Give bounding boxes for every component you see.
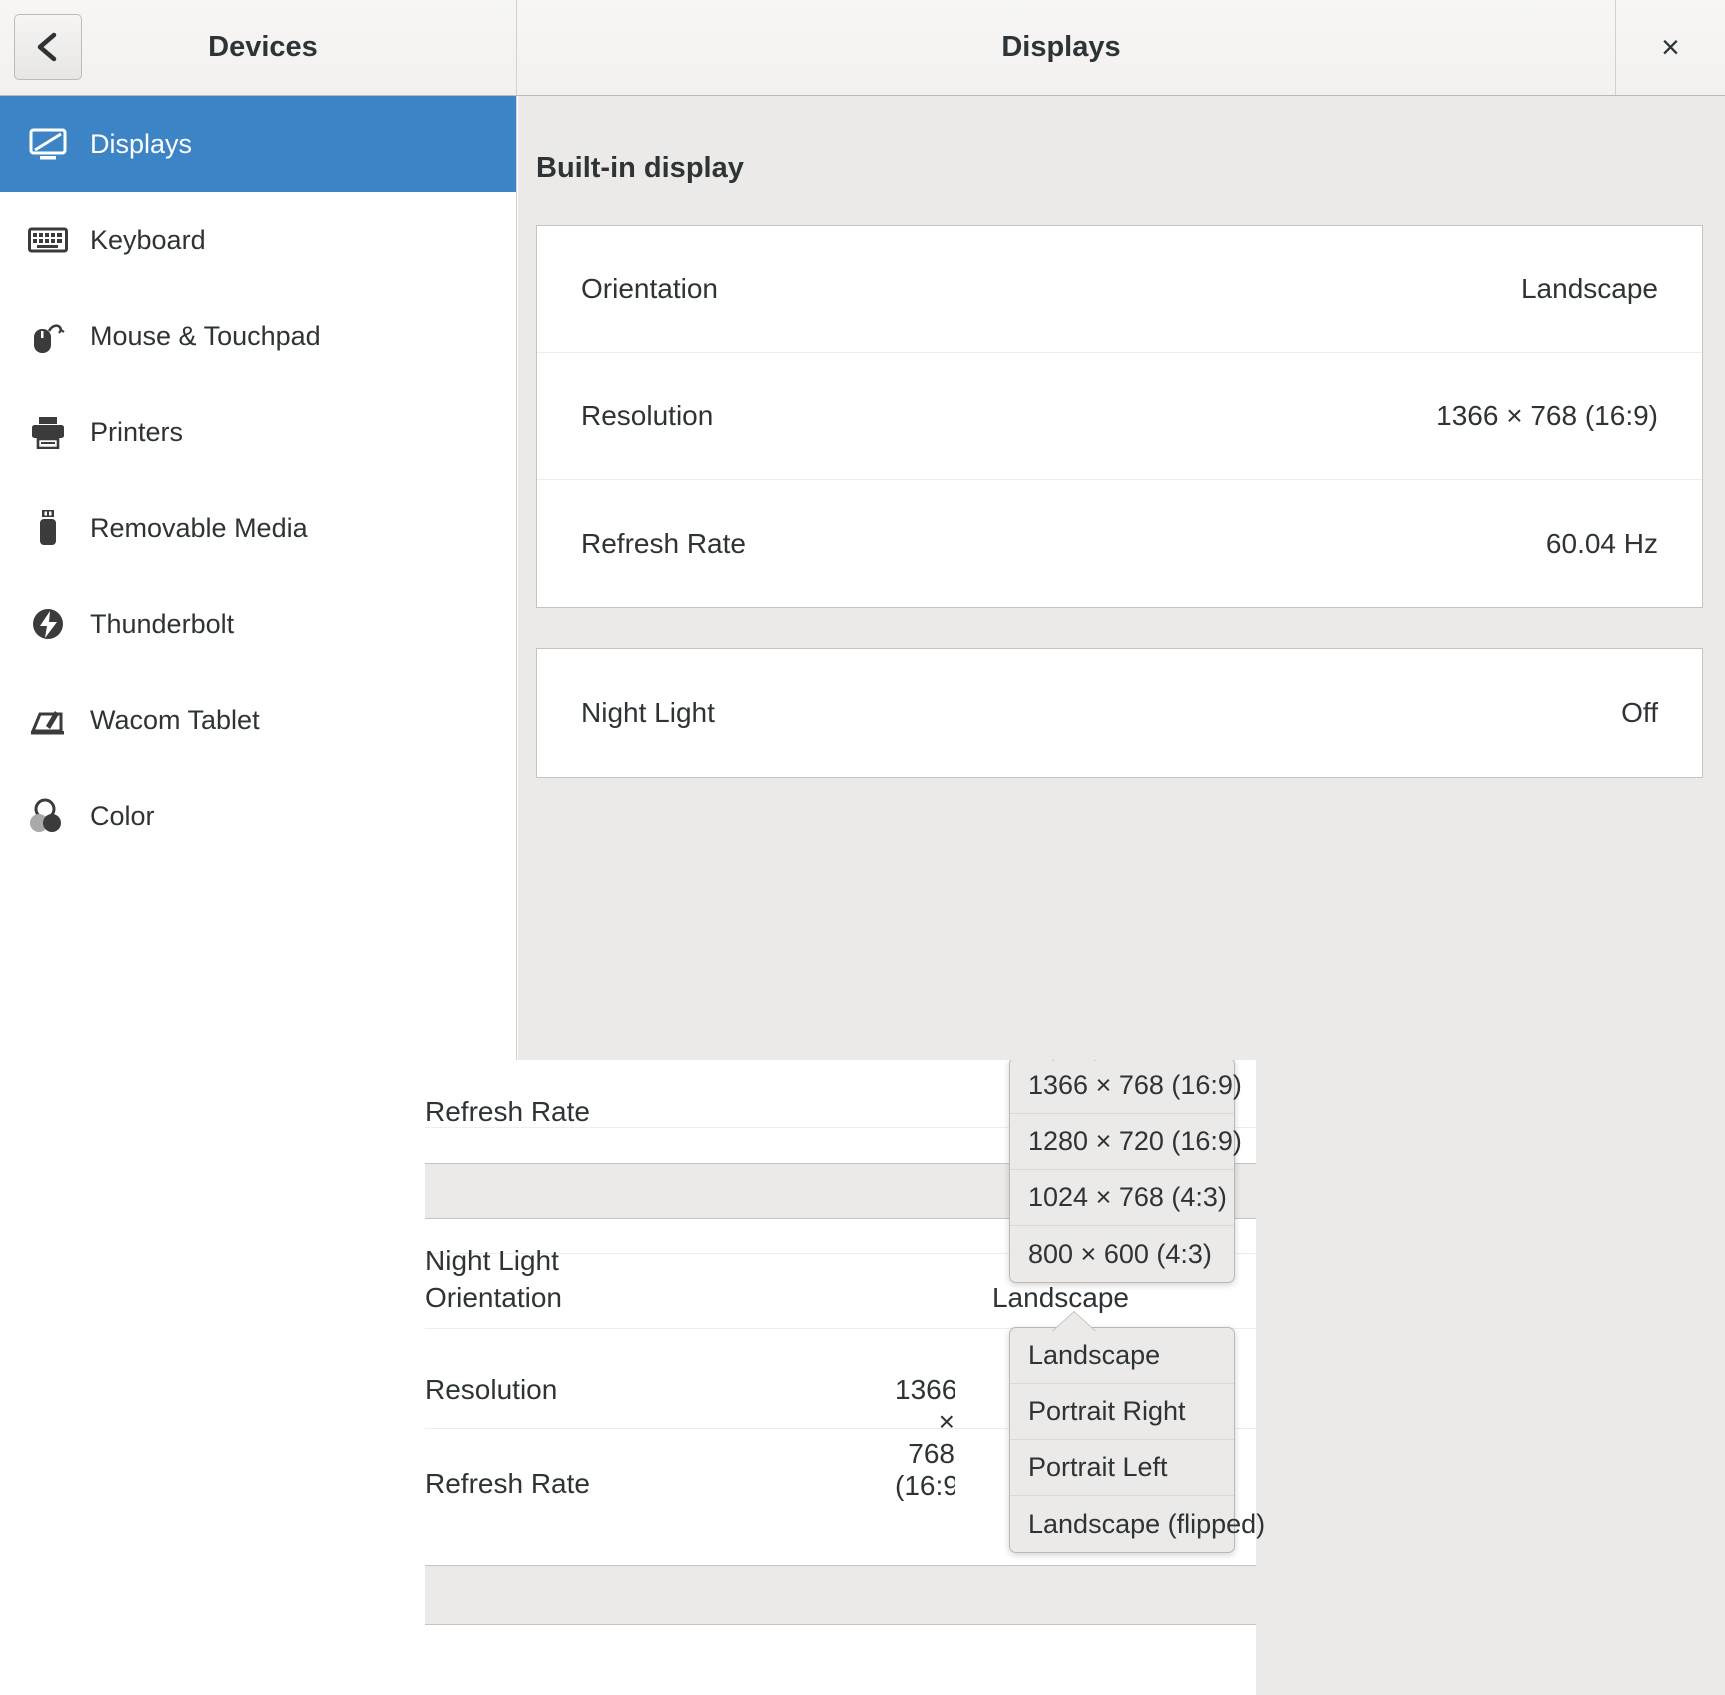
- sidebar-item-printers[interactable]: Printers: [0, 384, 516, 480]
- overlay-value-resolution-2: 1366 × 768 (16:9): [895, 1374, 955, 1501]
- thunderbolt-icon: [26, 602, 70, 646]
- page-title: Displays: [1001, 31, 1121, 63]
- display-icon: [26, 122, 70, 166]
- row-value: Landscape: [1520, 273, 1658, 304]
- menu-item-resolution[interactable]: 800 × 600 (4:3): [1010, 1226, 1234, 1282]
- overlay-value-orientation: Landscape: [991, 1282, 1129, 1313]
- sidebar-item-label: Color: [90, 800, 155, 831]
- row-label: Resolution: [581, 400, 714, 431]
- sidebar-item-thunderbolt[interactable]: Thunderbolt: [0, 576, 516, 672]
- orientation-menu-arrow: [1052, 1312, 1096, 1332]
- overlay-outer-background: [1256, 1060, 1725, 1695]
- overlay-label-resolution-2: Resolution: [425, 1374, 558, 1405]
- sidebar-item-label: Thunderbolt: [90, 608, 235, 639]
- mouse-icon: [26, 314, 70, 358]
- sidebar-item-removable-media[interactable]: Removable Media: [0, 480, 516, 576]
- settings-window: Devices Displays × Displays Keyboard Mou…: [0, 0, 1725, 1060]
- menu-item-resolution[interactable]: 1366 × 768 (16:9): [1010, 1060, 1242, 1114]
- row-value: 1366 × 768 (16:9): [1436, 400, 1658, 431]
- row-label: Refresh Rate: [581, 527, 746, 559]
- row-night-light[interactable]: Night Light Off: [537, 649, 1702, 777]
- sidebar: Displays Keyboard Mouse & Touchpad Print…: [0, 96, 517, 1060]
- sidebar-item-label: Mouse & Touchpad: [90, 320, 321, 351]
- row-value: 60.04 Hz: [1545, 527, 1658, 559]
- overlay-band: [425, 1565, 1256, 1625]
- sidebar-item-label: Removable Media: [90, 512, 308, 543]
- close-icon[interactable]: ×: [1615, 0, 1725, 95]
- menu-item-orientation[interactable]: Landscape: [1010, 1328, 1234, 1384]
- color-profile-icon: [26, 794, 70, 838]
- overlay-label-orientation: Orientation: [425, 1282, 562, 1313]
- overlay-label-refresh-1: Refresh Rate: [425, 1096, 590, 1127]
- row-label: Orientation: [581, 273, 718, 304]
- wacom-tablet-icon: [26, 698, 70, 742]
- overlay-label-night-light: Night Light: [425, 1245, 559, 1276]
- header-bar: Devices Displays ×: [0, 0, 1725, 96]
- sidebar-item-label: Printers: [90, 416, 184, 447]
- back-button[interactable]: [14, 14, 82, 80]
- row-value: Off: [1621, 697, 1658, 728]
- resolution-dropdown-menu[interactable]: 1366 × 768 (16:9) 1280 × 720 (16:9) 1024…: [1009, 1060, 1242, 1283]
- sidebar-header: Devices: [0, 0, 517, 95]
- row-label: Night Light: [581, 697, 715, 728]
- menu-item-orientation[interactable]: Landscape (flipped): [1010, 1496, 1265, 1552]
- menu-item-resolution[interactable]: 1024 × 768 (4:3): [1010, 1170, 1234, 1226]
- chevron-left-icon: [33, 30, 63, 64]
- row-refresh-rate[interactable]: Refresh Rate 60.04 Hz: [537, 480, 1702, 607]
- sidebar-item-label: Wacom Tablet: [90, 704, 260, 735]
- sidebar-item-keyboard[interactable]: Keyboard: [0, 192, 516, 288]
- night-light-card: Night Light Off: [536, 648, 1703, 778]
- panel-header: Displays ×: [517, 0, 1725, 95]
- content-pane: Built-in display Orientation Landscape R…: [518, 96, 1725, 1060]
- page-section-title: Built-in display: [536, 152, 744, 184]
- sidebar-item-mouse-touchpad[interactable]: Mouse & Touchpad: [0, 288, 516, 384]
- printer-icon: [26, 410, 70, 454]
- usb-drive-icon: [26, 506, 70, 550]
- sidebar-item-label: Displays: [90, 128, 193, 159]
- overlay-label-refresh-2: Refresh Rate: [425, 1468, 590, 1499]
- menu-item-orientation[interactable]: Portrait Right: [1010, 1384, 1234, 1440]
- sidebar-item-label: Keyboard: [90, 224, 206, 255]
- resolution-menu-arrow: [1052, 1060, 1096, 1062]
- orientation-dropdown-menu[interactable]: Landscape Portrait Right Portrait Left L…: [1009, 1327, 1265, 1553]
- display-settings-card: Orientation Landscape Resolution 1366 × …: [536, 225, 1703, 608]
- menu-item-orientation[interactable]: Portrait Left: [1010, 1440, 1234, 1496]
- sidebar-item-color[interactable]: Color: [0, 768, 516, 864]
- row-orientation[interactable]: Orientation Landscape: [537, 226, 1702, 353]
- keyboard-icon: [26, 218, 70, 262]
- sidebar-item-displays[interactable]: Displays: [0, 96, 516, 192]
- row-resolution[interactable]: Resolution 1366 × 768 (16:9): [537, 353, 1702, 480]
- popup-overlay-strip: Resolution 1366 × 768 (16:9) Refresh Rat…: [0, 1060, 1725, 1695]
- sidebar-item-wacom-tablet[interactable]: Wacom Tablet: [0, 672, 516, 768]
- menu-item-resolution[interactable]: 1280 × 720 (16:9): [1010, 1114, 1242, 1170]
